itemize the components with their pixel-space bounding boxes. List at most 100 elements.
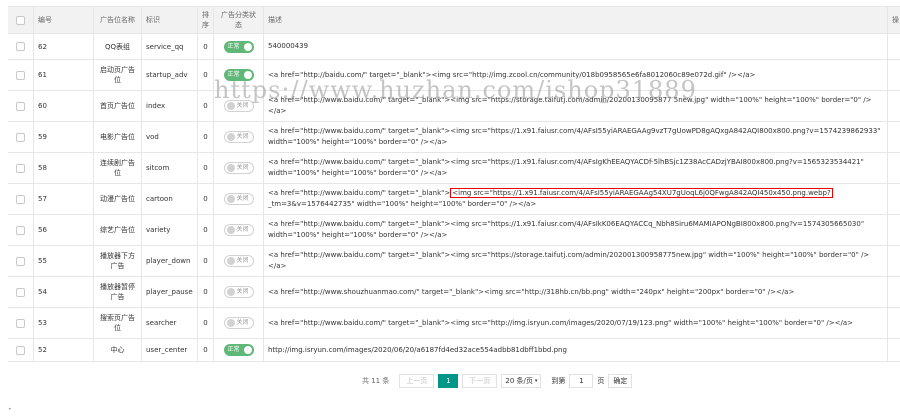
row-actions[interactable] (888, 153, 900, 183)
select-all-cell[interactable] (8, 7, 34, 33)
row-actions[interactable] (888, 122, 900, 152)
next-page-button[interactable]: 下一页 (462, 374, 498, 388)
row-actions[interactable] (888, 308, 900, 338)
row-desc: <a href="http://www.shouzhuanmao.com/" t… (264, 277, 888, 307)
row-actions[interactable] (888, 60, 900, 90)
header-ident: 标识 (142, 7, 198, 33)
status-toggle[interactable]: 关闭 (223, 193, 254, 205)
status-toggle[interactable]: 关闭 (223, 255, 254, 267)
current-page-button[interactable]: 1 (438, 374, 459, 388)
row-desc: <a href="http://www.baidu.com/" target="… (264, 122, 888, 152)
row-select-cell[interactable] (8, 153, 34, 183)
row-id: 62 (34, 34, 94, 59)
row-id: 60 (34, 91, 94, 121)
toggle-knob (243, 42, 252, 51)
row-checkbox[interactable] (16, 345, 25, 355)
status-toggle[interactable]: 关闭 (223, 100, 254, 112)
row-ident: player_pause (142, 277, 198, 307)
row-id: 53 (34, 308, 94, 338)
desc-text: <a href="http://www.baidu.com/" target="… (268, 318, 854, 327)
row-ident: vod (142, 122, 198, 152)
row-desc: 540000439 (264, 34, 888, 59)
status-toggle[interactable]: 关闭 (223, 286, 254, 298)
row-actions[interactable] (888, 277, 900, 307)
row-select-cell[interactable] (8, 277, 34, 307)
table-row: 62 QQ表组 service_qq 0 正常 540000439 (8, 34, 900, 60)
row-checkbox[interactable] (16, 287, 25, 297)
row-select-cell[interactable] (8, 60, 34, 90)
row-actions[interactable] (888, 339, 900, 361)
row-status-cell: 关闭 (214, 277, 264, 307)
status-toggle[interactable]: 关闭 (223, 317, 254, 329)
row-select-cell[interactable] (8, 91, 34, 121)
row-ident: player_down (142, 246, 198, 276)
row-select-cell[interactable] (8, 246, 34, 276)
desc-text: 540000439 (268, 42, 309, 50)
row-actions[interactable] (888, 246, 900, 276)
row-desc: <a href="http://baidu.com/" target="_bla… (264, 60, 888, 90)
row-select-cell[interactable] (8, 184, 34, 214)
header-desc: 描述 (264, 7, 888, 33)
chevron-down-icon: ▾ (534, 378, 538, 384)
status-toggle-label: 关闭 (236, 226, 249, 233)
header-sort: 排序 (198, 7, 214, 33)
table-row: 52 中心 user_center 0 正常 http://img.isryun.com/… (8, 339, 900, 362)
row-select-cell[interactable] (8, 339, 34, 361)
status-toggle-label: 关闭 (236, 133, 249, 140)
status-toggle[interactable]: 关闭 (223, 162, 254, 174)
pagination: 共 11 条 上一页 1 下一页 20 条/页 ▾ 到第 1 页 确定 (362, 374, 633, 388)
table-body: 62 QQ表组 service_qq 0 正常 540000439 61 启动页广告位 star… (8, 34, 900, 362)
row-checkbox[interactable] (16, 256, 25, 266)
goto-confirm-button[interactable]: 确定 (608, 374, 633, 388)
row-checkbox[interactable] (16, 42, 25, 51)
row-name: 动漫广告位 (94, 184, 142, 214)
per-page-select[interactable]: 20 条/页 ▾ (501, 374, 542, 388)
goto-page-input[interactable]: 1 (569, 374, 594, 388)
row-select-cell[interactable] (8, 122, 34, 152)
row-select-cell[interactable] (8, 34, 34, 59)
row-ident: searcher (142, 308, 198, 338)
toggle-knob (226, 164, 235, 172)
prev-page-button[interactable]: 上一页 (399, 374, 435, 388)
per-page-value: 20 条/页 (505, 377, 533, 385)
row-sort: 0 (198, 122, 214, 152)
row-sort: 0 (198, 184, 214, 214)
row-checkbox[interactable] (16, 101, 25, 111)
row-checkbox[interactable] (16, 163, 25, 173)
status-toggle[interactable]: 正常 (223, 40, 254, 53)
row-actions[interactable] (888, 215, 900, 245)
status-toggle[interactable]: 关闭 (223, 131, 254, 143)
status-toggle-label: 关闭 (236, 257, 249, 264)
desc-text: <a href="http://www.baidu.com/" target="… (268, 220, 865, 239)
table-row: 57 动漫广告位 cartoon 0 关闭 <a href="http://www.bai… (8, 184, 900, 215)
select-all-checkbox[interactable] (16, 15, 25, 25)
row-name: 播放器下方广告 (94, 246, 142, 276)
row-select-cell[interactable] (8, 215, 34, 245)
status-toggle[interactable]: 正常 (223, 344, 254, 356)
highlighted-desc-text: <img src="https://1.x91.faiusr.com/4/AFs… (450, 188, 833, 198)
row-checkbox[interactable] (16, 194, 25, 204)
status-toggle-label: 正常 (227, 71, 240, 78)
row-actions[interactable] (888, 34, 900, 59)
row-checkbox[interactable] (16, 70, 25, 80)
row-status-cell: 关闭 (214, 184, 264, 214)
status-toggle[interactable]: 正常 (223, 69, 254, 81)
row-id: 52 (34, 339, 94, 361)
desc-text: <a href="http://www.baidu.com/" target="… (268, 251, 870, 270)
status-toggle-label: 关闭 (236, 102, 249, 109)
row-actions[interactable] (888, 184, 900, 214)
table-row: 59 电影广告位 vod 0 关闭 <a href="http://www.baidu.c… (8, 122, 900, 153)
row-checkbox[interactable] (16, 318, 25, 328)
row-select-cell[interactable] (8, 308, 34, 338)
toggle-knob (226, 319, 235, 327)
status-toggle[interactable]: 关闭 (223, 224, 254, 236)
row-name: 中心 (94, 339, 142, 361)
row-checkbox[interactable] (16, 225, 25, 235)
desc-text: <a href="http://www.baidu.com/" target="… (268, 127, 881, 146)
row-status-cell: 关闭 (214, 153, 264, 183)
toggle-knob (226, 257, 235, 265)
row-actions[interactable] (888, 91, 900, 121)
row-sort: 0 (198, 60, 214, 90)
row-checkbox[interactable] (16, 132, 25, 142)
header-name: 广告位名称 (94, 7, 142, 33)
